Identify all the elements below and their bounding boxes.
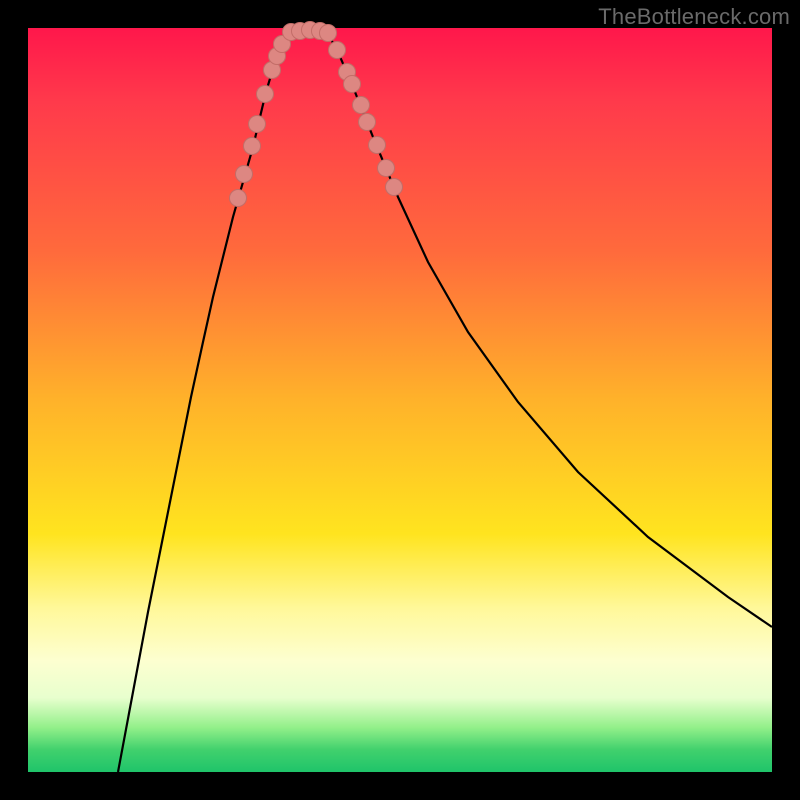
data-point-marker [236,166,253,183]
data-point-marker [249,116,266,133]
data-point-marker [353,97,370,114]
plot-area [28,28,772,772]
data-point-marker [329,42,346,59]
data-point-marker [369,137,386,154]
data-point-marker [257,86,274,103]
data-point-marker [378,160,395,177]
chart-svg [28,28,772,772]
data-point-marker [320,25,337,42]
data-point-marker [386,179,403,196]
data-point-marker [244,138,261,155]
data-point-marker [344,76,361,93]
data-point-marker [230,190,247,207]
chart-frame: TheBottleneck.com [0,0,800,800]
data-point-marker [359,114,376,131]
watermark-text: TheBottleneck.com [598,4,790,30]
bottleneck-curve [118,30,772,772]
